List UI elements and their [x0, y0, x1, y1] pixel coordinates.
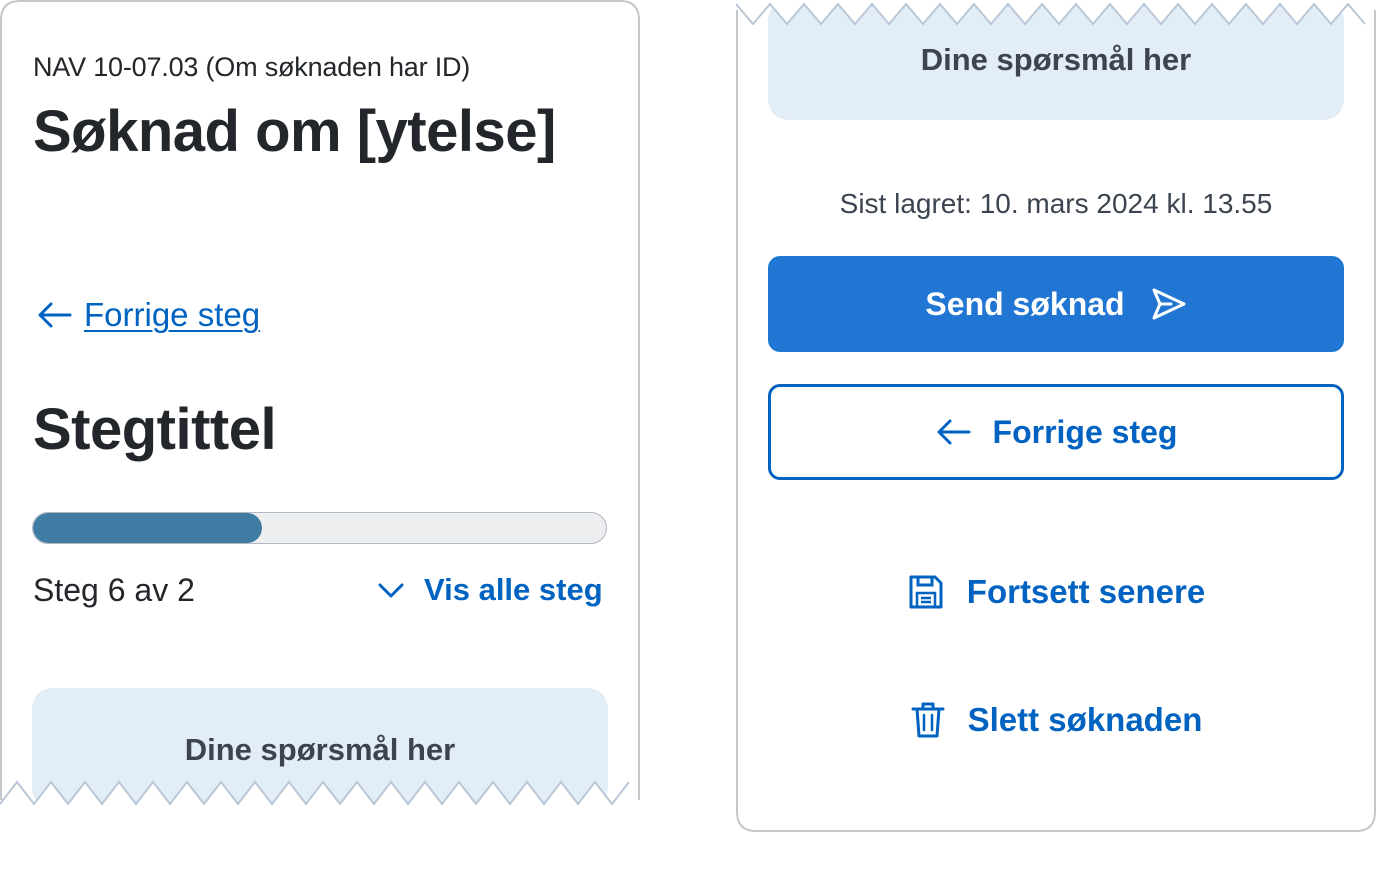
chevron-down-icon — [376, 580, 406, 600]
back-link[interactable]: Forrige steg — [36, 296, 260, 334]
step-title: Stegtittel — [33, 397, 277, 462]
previous-step-button[interactable]: Forrige steg — [768, 384, 1344, 480]
paper-plane-icon — [1151, 287, 1187, 321]
questions-placeholder-text: Dine spørsmål her — [920, 42, 1192, 77]
show-all-steps-label: Vis alle steg — [424, 572, 603, 607]
continue-later-label: Fortsett senere — [966, 573, 1206, 610]
progress-bar — [32, 512, 607, 544]
step-counter: Steg 6 av 2 — [33, 572, 195, 608]
delete-application-label: Slett søknaden — [967, 701, 1203, 738]
send-application-button[interactable]: Send søknad — [768, 256, 1344, 352]
questions-placeholder: Dine spørsmål her — [768, 0, 1344, 120]
questions-placeholder: Dine spørsmål her — [32, 688, 608, 808]
questions-placeholder-text: Dine spørsmål her — [184, 732, 456, 767]
progress-fill — [33, 513, 263, 543]
show-all-steps-button[interactable]: Vis alle steg — [376, 572, 603, 608]
arrow-left-icon — [935, 417, 971, 447]
arrow-left-icon — [36, 300, 72, 330]
previous-step-label: Forrige steg — [992, 413, 1178, 450]
form-bottom-panel: Dine spørsmål her Sist lagret: 10. mars … — [736, 0, 1376, 832]
form-id: NAV 10-07.03 (Om søknaden har ID) — [33, 52, 471, 82]
last-saved-status: Sist lagret: 10. mars 2024 kl. 13.55 — [839, 188, 1273, 219]
trash-icon — [910, 700, 946, 740]
floppy-disk-icon — [907, 573, 945, 611]
continue-later-button[interactable]: Fortsett senere — [736, 568, 1376, 616]
delete-application-button[interactable]: Slett søknaden — [736, 696, 1376, 744]
back-link-label: Forrige steg — [84, 296, 261, 333]
application-title: Søknad om [ytelse] — [33, 99, 556, 164]
form-top-panel: NAV 10-07.03 (Om søknaden har ID) Søknad… — [0, 0, 640, 808]
send-application-label: Send søknad — [925, 285, 1125, 322]
